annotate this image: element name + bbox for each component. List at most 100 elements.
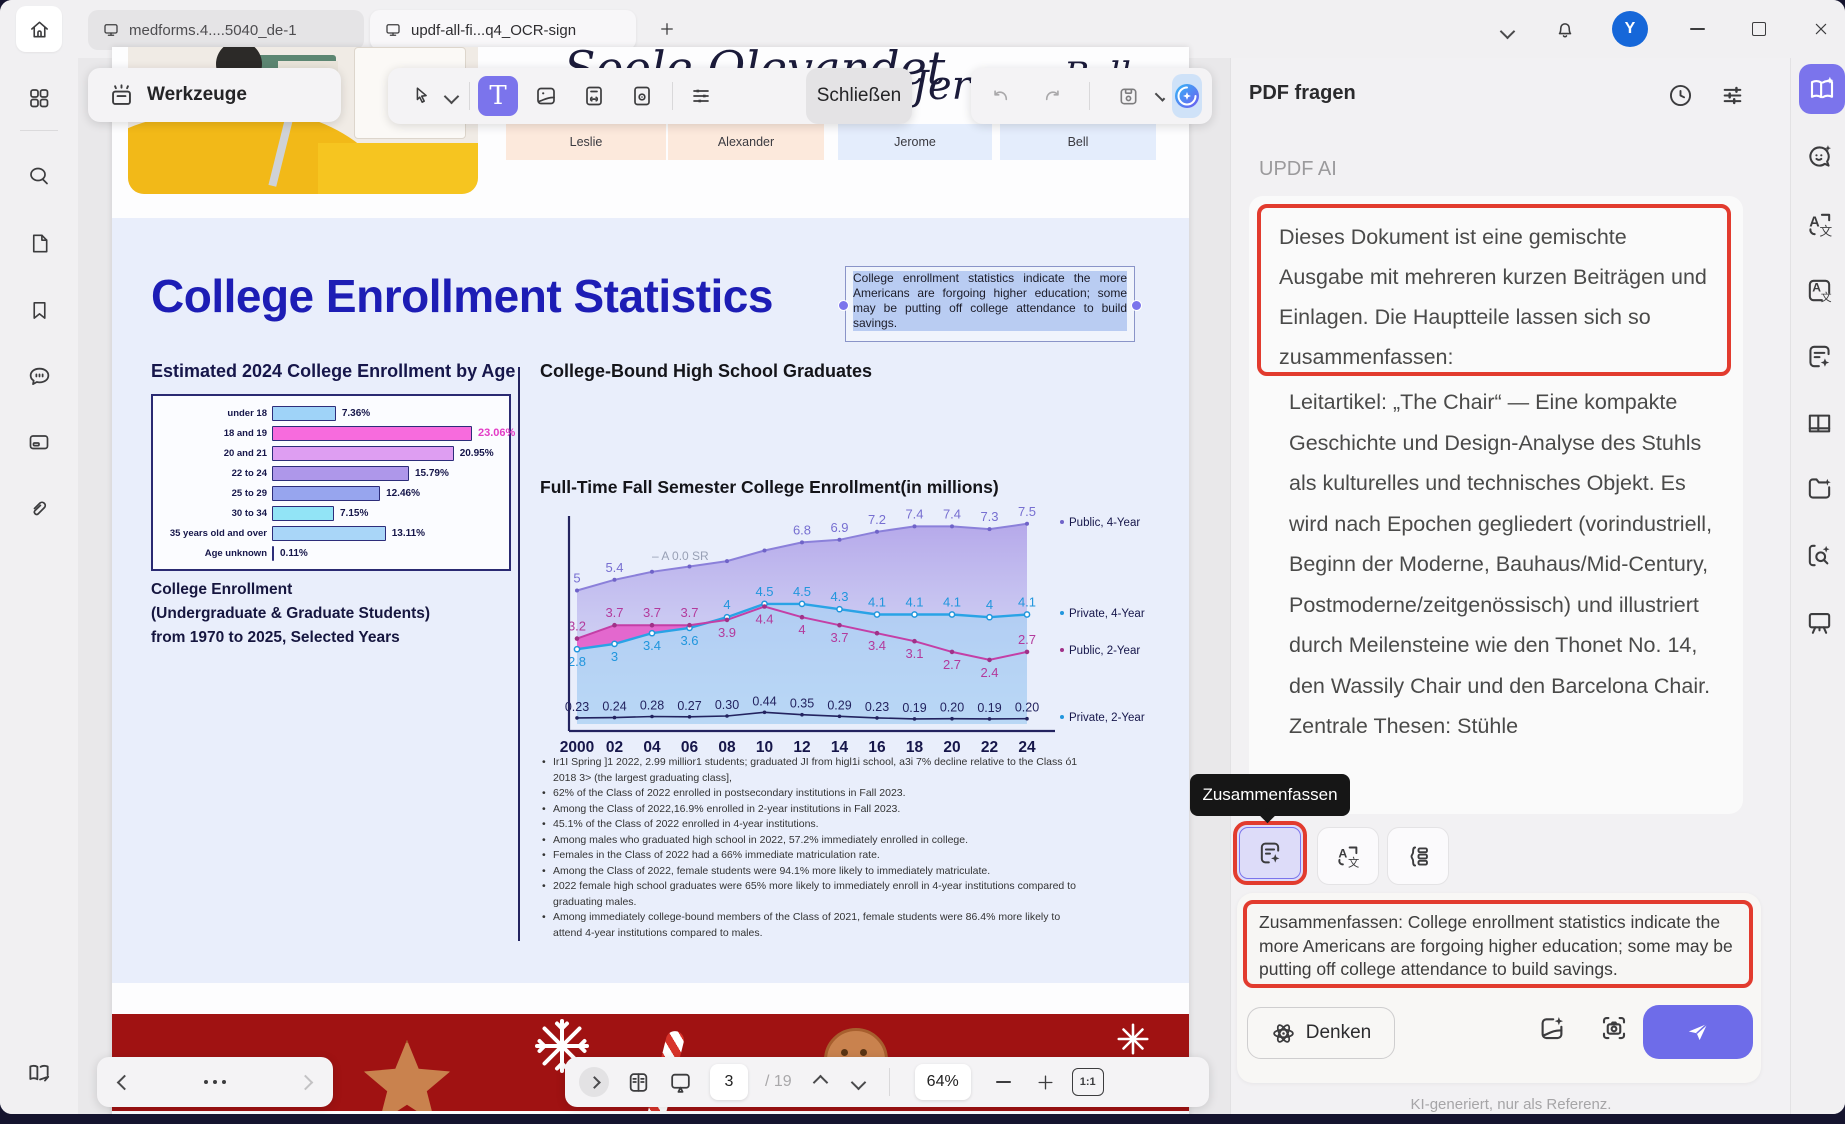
app-window: medforms.4....5040_de-1 updf-all-fi...q4… [0, 0, 1845, 1114]
signature-field[interactable]: Leslie [506, 124, 666, 160]
svg-text:3.4: 3.4 [868, 638, 886, 653]
presentation-button[interactable] [668, 1070, 693, 1095]
ai-chat-button[interactable] [1803, 140, 1835, 172]
summarize-doc-button[interactable] [1803, 340, 1835, 372]
bar-category-label: under 18 [227, 407, 267, 419]
ai-assistant-button[interactable] [1172, 74, 1202, 118]
ai-search-button[interactable] [1803, 539, 1835, 571]
link-tool-button[interactable] [574, 76, 614, 116]
tab-label: medforms.4....5040_de-1 [129, 21, 297, 39]
save-button[interactable] [1108, 76, 1148, 116]
sidebar-comments-button[interactable] [19, 356, 59, 396]
bar [272, 465, 409, 481]
undo-button[interactable] [981, 76, 1021, 116]
properties-button[interactable] [681, 76, 721, 116]
text-tool-icon: T [489, 81, 507, 111]
actual-size-button[interactable]: 1:1 [1071, 1068, 1104, 1096]
user-avatar[interactable]: Y [1612, 11, 1648, 47]
signature-field[interactable]: Bell [1000, 124, 1156, 160]
ai-folder-button[interactable] [1803, 472, 1835, 504]
send-button[interactable] [1643, 1005, 1753, 1059]
svg-text:7.3: 7.3 [980, 509, 998, 524]
translate-action-button[interactable]: A 文 [1317, 827, 1379, 885]
history-button[interactable] [1667, 82, 1694, 109]
right-tool-strip: A 文 A 文 [1790, 58, 1845, 1114]
translate-page-button[interactable]: A 文 [1803, 274, 1835, 306]
svg-text:18: 18 [906, 739, 924, 756]
stamp-tool-button[interactable] [622, 76, 662, 116]
sidebar-reader-button[interactable] [19, 1053, 59, 1093]
nav-back-button[interactable] [116, 1074, 133, 1090]
bar-category-label: 22 to 24 [231, 467, 267, 479]
svg-text:7.2: 7.2 [868, 512, 886, 527]
pdf-bullet: Females in the Class of 2022 had a 66% i… [541, 848, 1086, 864]
text-tool-button[interactable]: T [478, 76, 518, 116]
redo-button[interactable] [1031, 76, 1071, 116]
sidebar-bookmark-button[interactable] [19, 290, 59, 330]
history-clock-icon [1669, 84, 1692, 107]
zoom-out-button[interactable] [995, 1081, 1011, 1083]
new-tab-button[interactable] [652, 14, 682, 44]
bar [272, 405, 336, 421]
sidebar-search-button[interactable] [19, 156, 59, 196]
zoom-level: 64% [926, 1073, 959, 1090]
zoom-level-input[interactable]: 64% [914, 1064, 971, 1100]
previous-page-button[interactable] [812, 1074, 828, 1090]
page-number-input[interactable]: 3 [710, 1064, 748, 1100]
page-number: 3 [724, 1073, 734, 1090]
sidebar-apps-button[interactable] [19, 78, 59, 118]
outline-action-button[interactable] [1387, 827, 1449, 885]
image-tool-button[interactable] [526, 76, 566, 116]
translate-text-button[interactable]: A 文 [1803, 208, 1835, 240]
sidebar-fields-button[interactable] [19, 422, 59, 462]
expand-thumbnails-button[interactable] [579, 1067, 609, 1097]
signature-field[interactable]: Alexander [668, 124, 824, 160]
add-image-button[interactable] [1537, 1013, 1567, 1043]
search-icon [30, 167, 48, 185]
nav-forward-button[interactable] [297, 1074, 314, 1090]
ask-pdf-button[interactable] [1799, 64, 1845, 114]
svg-text:14: 14 [831, 739, 849, 756]
reader-book-button[interactable] [1803, 407, 1835, 439]
minimize-button[interactable] [1682, 14, 1712, 44]
sidebar-pages-button[interactable] [19, 223, 59, 263]
prompt-text-highlighted[interactable]: Zusammenfassen: College enrollment stati… [1243, 900, 1753, 988]
zoom-in-button[interactable] [1036, 1073, 1055, 1092]
image-icon [537, 87, 555, 105]
close-button[interactable] [1806, 14, 1836, 44]
save-dropdown-chevron[interactable] [1154, 90, 1166, 102]
whiteboard-button[interactable] [1803, 606, 1835, 638]
selected-text-box[interactable]: College enrollment statistics indicate t… [845, 266, 1135, 342]
screenshot-button[interactable] [1599, 1013, 1629, 1043]
sidebar-divider [20, 130, 58, 131]
tab-document-1[interactable]: medforms.4....5040_de-1 [88, 10, 364, 50]
werkzeuge-button[interactable]: Werkzeuge [88, 68, 341, 122]
think-mode-button[interactable]: Denken [1247, 1007, 1395, 1059]
summarize-action-button[interactable] [1233, 821, 1307, 885]
tabs-overflow-button[interactable] [1492, 16, 1522, 46]
panel-settings-button[interactable] [1719, 82, 1746, 109]
selection-handle-right[interactable] [1131, 300, 1142, 311]
svg-text:7.4: 7.4 [905, 506, 923, 521]
add-image-icon [1541, 1017, 1563, 1040]
left-sidebar [0, 58, 78, 1114]
werkzeuge-label: Werkzeuge [147, 84, 247, 105]
more-pages-button[interactable] [204, 1080, 226, 1084]
selection-handle-left[interactable] [838, 300, 849, 311]
schliessen-button[interactable]: Schließen [806, 68, 912, 124]
pdf-bullet-list: Ir1I Spring ]1 2022, 2.99 millior1 stude… [541, 755, 1086, 941]
signature-field[interactable]: Jerome [838, 124, 992, 160]
history-save-toolbar [971, 68, 1212, 124]
svg-text:0.29: 0.29 [827, 698, 851, 712]
cursor-dropdown-chevron[interactable] [443, 88, 460, 104]
spread-view-button[interactable] [626, 1070, 651, 1095]
legend-item: Public, 4-Year [1060, 517, 1140, 529]
next-page-button[interactable] [850, 1074, 866, 1090]
cursor-tool-button[interactable] [402, 76, 442, 116]
sidebar-attachment-button[interactable] [19, 488, 59, 528]
maximize-button[interactable] [1744, 14, 1774, 44]
link-card-icon [586, 86, 602, 106]
home-button[interactable] [16, 6, 62, 52]
notifications-button[interactable] [1550, 14, 1580, 44]
ai-chat-icon [1808, 144, 1831, 167]
